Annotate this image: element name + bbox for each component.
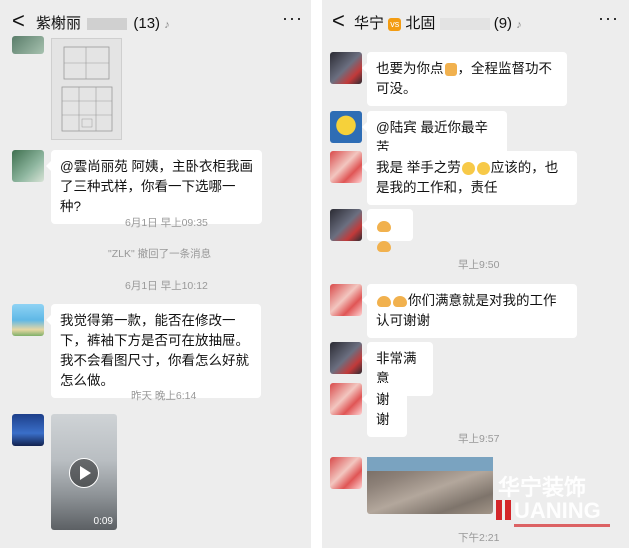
chat-header: < 紫榭丽 (13) ♪ ··· <box>0 0 311 44</box>
back-arrow-icon[interactable]: < <box>332 8 345 34</box>
chat-header: < 华宁 vs 北固 (9) ♪ ··· <box>322 0 629 44</box>
avatar[interactable] <box>330 209 362 241</box>
clap-emoji-icon <box>377 240 391 252</box>
avatar[interactable] <box>330 457 362 489</box>
group-name-part2: 北固 <box>405 15 436 32</box>
message-bubble[interactable]: 我是 举手之劳 应该的，也是我的工作和，责任 <box>362 151 577 205</box>
video-message[interactable]: 0:09 <box>51 414 117 530</box>
message-bubble[interactable]: 你们满意就是对我的工作认可谢谢 <box>362 284 577 338</box>
clap-emoji-icon <box>377 220 391 232</box>
message-bubble[interactable]: 我觉得第一款，能否在修改一下，裤袖下方是否可在放抽屉。我不会看图尺寸，你看怎么好… <box>46 304 261 398</box>
clap-emoji-icon <box>393 295 407 307</box>
avatar[interactable] <box>330 383 362 415</box>
member-count: (9) <box>493 15 513 32</box>
clap-emoji-icon <box>377 295 391 307</box>
play-icon[interactable] <box>69 458 99 488</box>
recall-notice: "ZLK" 撤回了一条消息 <box>108 248 212 260</box>
avatar[interactable] <box>330 111 362 143</box>
avatar[interactable] <box>12 150 44 182</box>
message-bubble[interactable] <box>362 209 413 252</box>
watermark-line2: UANING <box>514 498 601 523</box>
smile-emoji-icon <box>461 161 475 175</box>
more-options-icon[interactable]: ··· <box>282 8 303 29</box>
message-bubble[interactable]: @雲尚丽苑 阿姨，主卧衣柜我画了三种式样，你看一下选哪一种? <box>46 150 262 224</box>
photo-wall-strip <box>367 457 493 471</box>
chat-title: 华宁 vs 北固 (9) ♪ <box>354 12 522 33</box>
back-arrow-icon[interactable]: < <box>12 8 25 34</box>
avatar[interactable] <box>330 52 362 84</box>
message-bubble[interactable]: 谢谢 <box>362 383 407 437</box>
timestamp: 昨天 晚上6:14 <box>131 390 197 402</box>
avatar[interactable] <box>330 342 362 374</box>
smile-emoji-icon <box>476 161 490 175</box>
mute-icon: ♪ <box>164 19 170 31</box>
right-chat-pane: < 华宁 vs 北固 (9) ♪ ··· 也要为你点 ，全程监督功不可没。 @陆宾… <box>322 0 629 548</box>
left-chat-pane: < 紫榭丽 (13) ♪ ··· @雲尚丽苑 阿姨，主卧衣柜我画了三种式样，你看… <box>0 0 311 548</box>
avatar[interactable] <box>330 151 362 183</box>
avatar[interactable] <box>12 304 44 336</box>
redacted-block <box>439 18 490 31</box>
floor-plan-drawing <box>61 46 113 132</box>
redacted-block <box>87 18 128 31</box>
mute-icon: ♪ <box>516 19 522 31</box>
timestamp: 早上9:57 <box>458 433 500 445</box>
photo-message[interactable] <box>367 457 493 514</box>
timestamp: 6月1日 早上09:35 <box>125 217 208 229</box>
timestamp: 早上9:50 <box>458 259 500 271</box>
avatar[interactable] <box>12 414 44 446</box>
video-duration: 0:09 <box>93 516 113 527</box>
group-name: 紫榭丽 <box>36 15 82 32</box>
vs-badge: vs <box>388 17 402 31</box>
member-count: (13) <box>133 15 161 32</box>
chat-title: 紫榭丽 (13) ♪ <box>36 12 170 33</box>
thumbs-up-icon <box>444 62 457 76</box>
timestamp: 6月1日 早上10:12 <box>125 280 208 292</box>
brand-watermark: 华宁装饰 UANING <box>492 468 620 534</box>
more-options-icon[interactable]: ··· <box>598 8 619 29</box>
avatar[interactable] <box>12 36 44 54</box>
floor-plan-image[interactable] <box>51 38 122 140</box>
avatar[interactable] <box>330 284 362 316</box>
message-bubble[interactable]: 也要为你点 ，全程监督功不可没。 <box>362 52 567 106</box>
group-name-part1: 华宁 <box>354 15 385 32</box>
